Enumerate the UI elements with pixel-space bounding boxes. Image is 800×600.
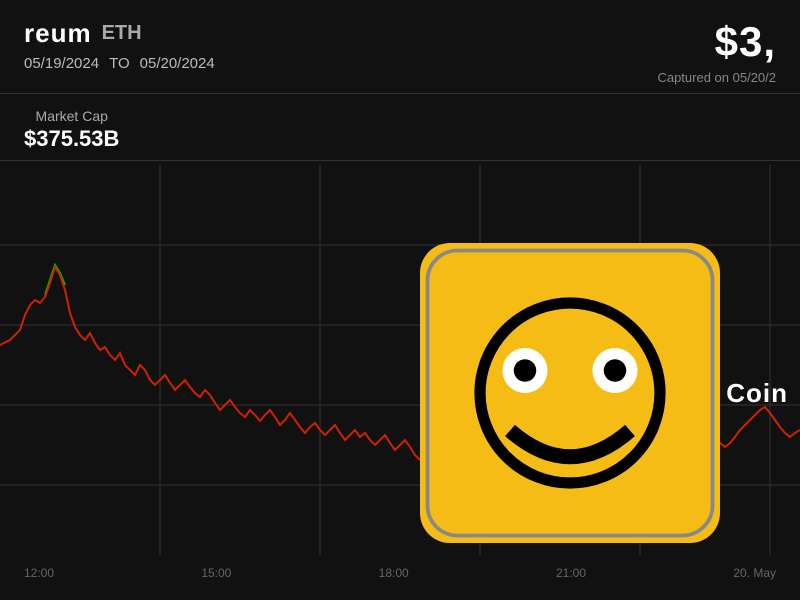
watermark: Coin	[420, 243, 788, 543]
x-label-3: 18:00	[379, 566, 409, 580]
coin-ticker: ETH	[102, 22, 142, 45]
watermark-text: Coin	[726, 378, 788, 409]
date-from: 05/19/2024	[24, 55, 99, 72]
coin-name: reum	[24, 18, 92, 49]
captured-label: Captured on 05/20/2	[657, 70, 776, 85]
x-axis-labels: 12:00 15:00 18:00 21:00 20. May	[0, 560, 800, 580]
date-range: 05/19/2024 TO 05/20/2024	[24, 55, 215, 72]
coin-title: reum ETH	[24, 18, 215, 49]
chart-divider	[0, 160, 800, 161]
price: $3,	[715, 18, 776, 66]
market-cap-value: $375.53B	[24, 126, 119, 152]
chart-area: 12:00 15:00 18:00 21:00 20. May Coin	[0, 165, 800, 555]
date-to: 05/20/2024	[140, 55, 215, 72]
date-to-label: TO	[109, 55, 130, 72]
stats-row: Market Cap $375.53B	[0, 94, 800, 160]
x-label-2: 15:00	[201, 566, 231, 580]
header: reum ETH 05/19/2024 TO 05/20/2024 $3, Ca…	[0, 0, 800, 93]
header-right: $3, Captured on 05/20/2	[657, 18, 776, 85]
market-cap-label: Market Cap	[36, 108, 108, 124]
market-cap-block: Market Cap $375.53B	[24, 108, 119, 152]
x-label-1: 12:00	[24, 566, 54, 580]
watermark-logo-icon	[420, 243, 720, 543]
x-label-4: 21:00	[556, 566, 586, 580]
x-label-5: 20. May	[733, 566, 776, 580]
main-container: reum ETH 05/19/2024 TO 05/20/2024 $3, Ca…	[0, 0, 800, 600]
header-left: reum ETH 05/19/2024 TO 05/20/2024	[24, 18, 215, 72]
